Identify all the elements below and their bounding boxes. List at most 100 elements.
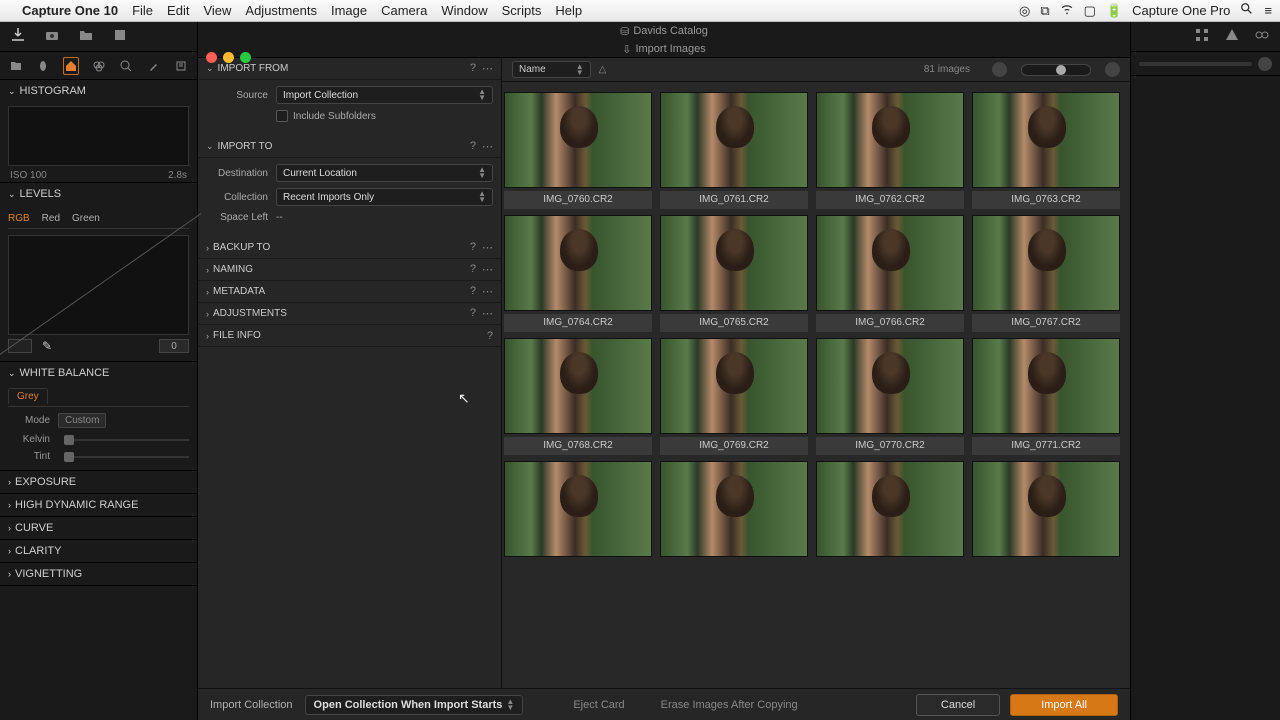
curve-header[interactable]: ›CURVE (0, 517, 197, 539)
menu-help[interactable]: Help (555, 3, 582, 18)
levels-tab-red[interactable]: Red (42, 213, 60, 224)
export-icon[interactable] (112, 27, 128, 46)
close-icon[interactable] (206, 52, 217, 63)
thumbnail-image[interactable] (816, 92, 964, 188)
brush-tab-icon[interactable] (146, 57, 162, 75)
thumbnail-image[interactable] (504, 338, 652, 434)
rail-slider[interactable] (1139, 62, 1252, 66)
adjustments-header[interactable]: ›ADJUSTMENTS?⋯ (198, 303, 501, 325)
thumbnail[interactable]: IMG_0760.CR2 (504, 92, 652, 209)
thumbnail-image[interactable] (972, 92, 1120, 188)
thumbnail[interactable]: IMG_0769.CR2 (660, 338, 808, 455)
kelvin-slider[interactable] (64, 439, 189, 441)
thumbnail-image[interactable] (504, 92, 652, 188)
help-icon[interactable]: ? (470, 62, 476, 75)
levels-tab-green[interactable]: Green (72, 213, 100, 224)
vignetting-header[interactable]: ›VIGNETTING (0, 563, 197, 585)
person-icon-large[interactable] (1105, 62, 1120, 77)
cancel-button[interactable]: Cancel (916, 694, 1000, 716)
thumbnail-image[interactable] (972, 215, 1120, 311)
more-icon[interactable]: ⋯ (482, 140, 493, 153)
levels-header[interactable]: ⌄LEVELS (0, 183, 197, 205)
thumbnail[interactable] (660, 461, 808, 557)
app-name[interactable]: Capture One 10 (22, 3, 118, 18)
thumbnail[interactable]: IMG_0764.CR2 (504, 215, 652, 332)
cc-icon[interactable]: ◎ (1019, 3, 1030, 19)
help-icon[interactable]: ? (487, 330, 493, 342)
meta-tab-icon[interactable] (174, 57, 190, 75)
thumbnail[interactable]: IMG_0767.CR2 (972, 215, 1120, 332)
subfolders-checkbox[interactable] (276, 110, 288, 122)
thumbnail-image[interactable] (660, 338, 808, 434)
thumbnail-image[interactable] (816, 461, 964, 557)
menu-image[interactable]: Image (331, 3, 367, 18)
thumbnail-image[interactable] (660, 215, 808, 311)
menu-camera[interactable]: Camera (381, 3, 427, 18)
thumbnail[interactable]: IMG_0763.CR2 (972, 92, 1120, 209)
help-icon[interactable]: ? (470, 263, 476, 276)
camera-icon[interactable] (44, 27, 60, 46)
collection-select[interactable]: Recent Imports Only▲▼ (276, 188, 493, 206)
thumbnail[interactable]: IMG_0765.CR2 (660, 215, 808, 332)
import-all-button[interactable]: Import All (1010, 694, 1118, 716)
thumbnail[interactable] (504, 461, 652, 557)
warning-icon[interactable] (1224, 27, 1240, 46)
traffic-lights[interactable] (206, 52, 251, 63)
menu-file[interactable]: File (132, 3, 153, 18)
avatar-icon[interactable] (1258, 57, 1272, 71)
levels-value[interactable]: 0 (159, 339, 189, 353)
exposure-header[interactable]: ›EXPOSURE (0, 471, 197, 493)
help-icon[interactable]: ? (470, 307, 476, 320)
sort-dir-icon[interactable]: △ (599, 64, 607, 75)
help-icon[interactable]: ? (470, 285, 476, 298)
source-select[interactable]: Import Collection▲▼ (276, 86, 493, 104)
thumbnail[interactable]: IMG_0766.CR2 (816, 215, 964, 332)
folder-icon[interactable] (78, 27, 94, 46)
backup-header[interactable]: ›BACKUP TO?⋯ (198, 237, 501, 259)
more-icon[interactable]: ⋯ (482, 285, 493, 298)
more-icon[interactable]: ⋯ (482, 241, 493, 254)
display-icon[interactable]: ⧉ (1040, 3, 1049, 19)
battery-icon[interactable]: 🔋 (1106, 3, 1122, 19)
dest-select[interactable]: Current Location▲▼ (276, 164, 493, 182)
fileinfo-header[interactable]: ›FILE INFO? (198, 325, 501, 347)
thumbnail[interactable]: IMG_0761.CR2 (660, 92, 808, 209)
menu-view[interactable]: View (203, 3, 231, 18)
thumbnail-image[interactable] (504, 461, 652, 557)
eject-card-option[interactable]: Eject Card (565, 696, 632, 714)
tint-slider[interactable] (64, 456, 189, 458)
wb-header[interactable]: ⌄WHITE BALANCE (0, 362, 197, 384)
thumbnail-image[interactable] (660, 461, 808, 557)
menu-window[interactable]: Window (441, 3, 487, 18)
menu-list-icon[interactable]: ≡ (1264, 3, 1272, 18)
sort-select[interactable]: Name▲▼ (512, 61, 591, 78)
house-tab-icon[interactable] (63, 57, 79, 75)
wb-mode-select[interactable]: Custom (58, 413, 106, 428)
thumbnail[interactable]: IMG_0768.CR2 (504, 338, 652, 455)
spotlight-icon[interactable] (1240, 2, 1254, 19)
more-icon[interactable]: ⋯ (482, 62, 493, 75)
thumbnail[interactable] (972, 461, 1120, 557)
person-icon[interactable] (992, 62, 1007, 77)
more-icon[interactable]: ⋯ (482, 307, 493, 320)
histogram-header[interactable]: ⌄HISTOGRAM (0, 80, 197, 102)
help-icon[interactable]: ? (470, 140, 476, 153)
wb-tab-grey[interactable]: Grey (8, 388, 48, 404)
airplay-icon[interactable]: ▢ (1084, 3, 1096, 19)
zoom-icon[interactable] (240, 52, 251, 63)
glasses-icon[interactable] (1254, 27, 1270, 46)
thumbnail-image[interactable] (504, 215, 652, 311)
menu-adjustments[interactable]: Adjustments (245, 3, 317, 18)
loupe-tab-icon[interactable] (119, 57, 135, 75)
more-icon[interactable]: ⋯ (482, 263, 493, 276)
erase-images-option[interactable]: Erase Images After Copying (653, 696, 806, 714)
capture-tab-icon[interactable] (36, 57, 52, 75)
levels-curve[interactable] (8, 235, 189, 335)
levels-tab-rgb[interactable]: RGB (8, 213, 30, 224)
menu-edit[interactable]: Edit (167, 3, 189, 18)
import-collection-select[interactable]: Open Collection When Import Starts▲▼ (305, 695, 524, 715)
thumbnail-image[interactable] (972, 461, 1120, 557)
thumbnail-image[interactable] (972, 338, 1120, 434)
grid-icon[interactable] (1194, 27, 1210, 46)
zoom-slider[interactable] (1021, 64, 1091, 76)
